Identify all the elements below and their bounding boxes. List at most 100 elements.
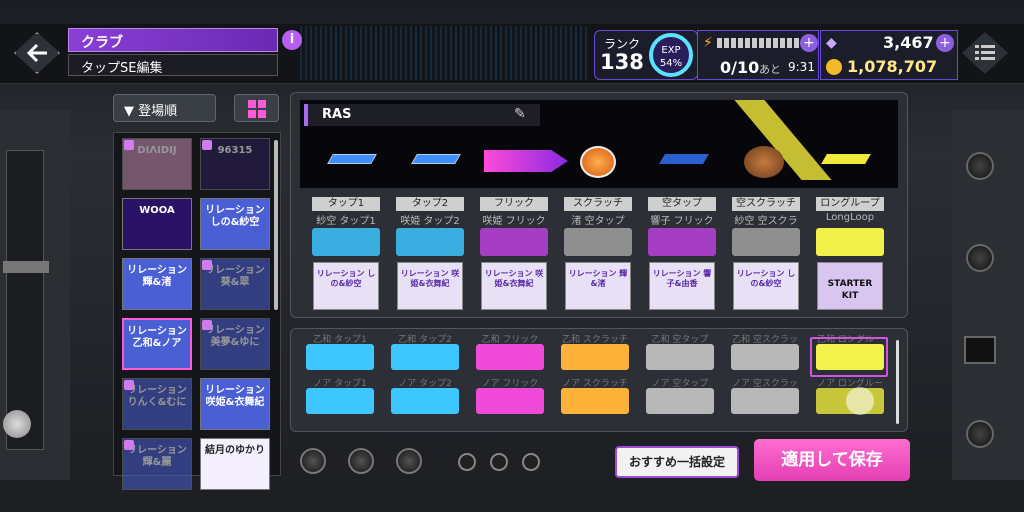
- crossfader-slider: [3, 150, 49, 450]
- apply-save-button[interactable]: 適用して保存: [754, 439, 910, 481]
- column-label: タップ2: [396, 197, 464, 211]
- slider-thumb: [3, 261, 49, 273]
- exp-gauge: EXP 54%: [649, 33, 693, 77]
- lock-icon: [202, 260, 212, 270]
- lock-icon: [202, 140, 212, 150]
- sound-pad[interactable]: [306, 344, 374, 370]
- sort-label: 登場順: [138, 104, 178, 119]
- column-sub-label: 咲姫 タップ2: [400, 216, 460, 227]
- column-source-thumbnail[interactable]: リレーション しの&紗空: [733, 262, 799, 310]
- list-scrollbar[interactable]: [274, 140, 278, 310]
- stamina-after-label: あと: [759, 63, 781, 76]
- right-knob-2: [966, 244, 994, 272]
- right-knob-3: [966, 420, 994, 448]
- sort-button[interactable]: ▼ 登場順: [113, 94, 216, 122]
- bottom-knob-1: [300, 448, 326, 474]
- se-list-item[interactable]: リレーション 輝&渚: [122, 258, 192, 310]
- flick-note: [484, 150, 568, 172]
- exp-percent: 54%: [659, 58, 683, 69]
- screen-title: クラブ: [68, 28, 278, 52]
- se-list-item[interactable]: リレーション 咲姫&衣舞紀: [200, 378, 270, 430]
- bolt-icon: ⚡: [703, 35, 713, 51]
- se-list-item[interactable]: WOOA: [122, 198, 192, 250]
- sound-pad[interactable]: [561, 388, 629, 414]
- column-label: 空タップ: [648, 197, 716, 211]
- tap1-note: [327, 154, 377, 164]
- column-label: 空スクラッチ: [732, 197, 800, 211]
- lock-icon: [124, 140, 134, 150]
- sound-pad[interactable]: [731, 388, 799, 414]
- tap2-note: [411, 154, 461, 164]
- edit-pencil-icon[interactable]: ✎: [514, 106, 526, 122]
- bottom-dot-2: [490, 453, 508, 471]
- pad-scrollbar[interactable]: [896, 340, 899, 424]
- coin-icon: [826, 59, 842, 75]
- sound-pad[interactable]: [476, 344, 544, 370]
- column-source-thumbnail[interactable]: リレーション しの&紗空: [313, 262, 379, 310]
- sound-pad[interactable]: [561, 344, 629, 370]
- column-source-thumbnail[interactable]: リレーション 輝&渚: [565, 262, 631, 310]
- touch-indicator: [846, 387, 874, 415]
- column-color-slot[interactable]: [564, 228, 632, 256]
- column-label: タップ1: [312, 197, 380, 211]
- right-switch: [964, 336, 996, 364]
- sound-pad[interactable]: [391, 344, 459, 370]
- pad-selected-frame: [810, 337, 888, 377]
- back-arrow-icon: [27, 43, 47, 63]
- column-source-thumbnail[interactable]: リレーション 咲姫&衣舞紀: [481, 262, 547, 310]
- sound-pad[interactable]: [391, 388, 459, 414]
- air-tap-note: [659, 154, 709, 164]
- sound-pad[interactable]: [731, 344, 799, 370]
- grid-view-button[interactable]: [234, 94, 279, 122]
- screen-subtitle: タップSE編集: [68, 54, 278, 76]
- rank-value: 138: [600, 50, 644, 74]
- right-knob-1: [966, 152, 994, 180]
- preset-name[interactable]: RAS: [304, 104, 540, 126]
- column-sub-label: 渚 空タップ: [571, 216, 625, 227]
- column-sub-label: 紗空 タップ1: [316, 216, 376, 227]
- gem-icon: ◆: [826, 35, 837, 51]
- stamina-timer: 9:31: [788, 60, 815, 74]
- sound-pad[interactable]: [646, 344, 714, 370]
- stamina-count: 0/10: [720, 58, 760, 77]
- column-color-slot[interactable]: [732, 228, 800, 256]
- sound-pad[interactable]: [306, 388, 374, 414]
- list-menu-icon: [975, 45, 995, 60]
- column-color-slot[interactable]: [396, 228, 464, 256]
- stamina-plus-button[interactable]: +: [800, 34, 818, 52]
- sound-pad[interactable]: [646, 388, 714, 414]
- column-sub-label: 咲姫 フリック: [482, 216, 546, 227]
- bottom-dot-1: [458, 453, 476, 471]
- sound-pad[interactable]: [476, 388, 544, 414]
- filter-icon: ▼: [124, 104, 134, 119]
- exp-label: EXP: [661, 45, 681, 56]
- column-label: フリック: [480, 197, 548, 211]
- long-loop-note: [821, 154, 871, 164]
- column-source-thumbnail[interactable]: リレーション 咲姫&衣舞紀: [397, 262, 463, 310]
- column-color-slot[interactable]: [648, 228, 716, 256]
- column-sub-label: 響子 フリック: [650, 216, 714, 227]
- lock-icon: [124, 440, 134, 450]
- grid-icon: [248, 100, 266, 118]
- bottom-knob-3: [396, 448, 422, 474]
- column-source-thumbnail[interactable]: STARTER KIT: [817, 262, 883, 310]
- column-sub-label: LongLoop: [825, 212, 875, 223]
- gem-plus-button[interactable]: +: [936, 34, 954, 52]
- stamina-bar: [717, 38, 801, 48]
- column-label: スクラッチ: [564, 197, 632, 211]
- left-knob: [3, 410, 31, 438]
- waveform-decoration: [300, 26, 590, 80]
- info-icon[interactable]: i: [282, 30, 302, 50]
- air-scratch-note: [744, 146, 784, 178]
- gem-count: 3,467: [883, 33, 934, 52]
- se-list-item[interactable]: リレーション 乙和&ノア: [122, 318, 192, 370]
- column-source-thumbnail[interactable]: リレーション 響子&由香: [649, 262, 715, 310]
- se-list-item[interactable]: リレーション しの&紗空: [200, 198, 270, 250]
- column-color-slot[interactable]: [816, 228, 884, 256]
- se-list-item[interactable]: 結月のゆかり: [200, 438, 270, 490]
- bottom-dot-3: [522, 453, 540, 471]
- column-color-slot[interactable]: [312, 228, 380, 256]
- column-color-slot[interactable]: [480, 228, 548, 256]
- recommend-bulk-button[interactable]: おすすめ一括設定: [615, 446, 739, 478]
- coin-count: 1,078,707: [847, 57, 938, 76]
